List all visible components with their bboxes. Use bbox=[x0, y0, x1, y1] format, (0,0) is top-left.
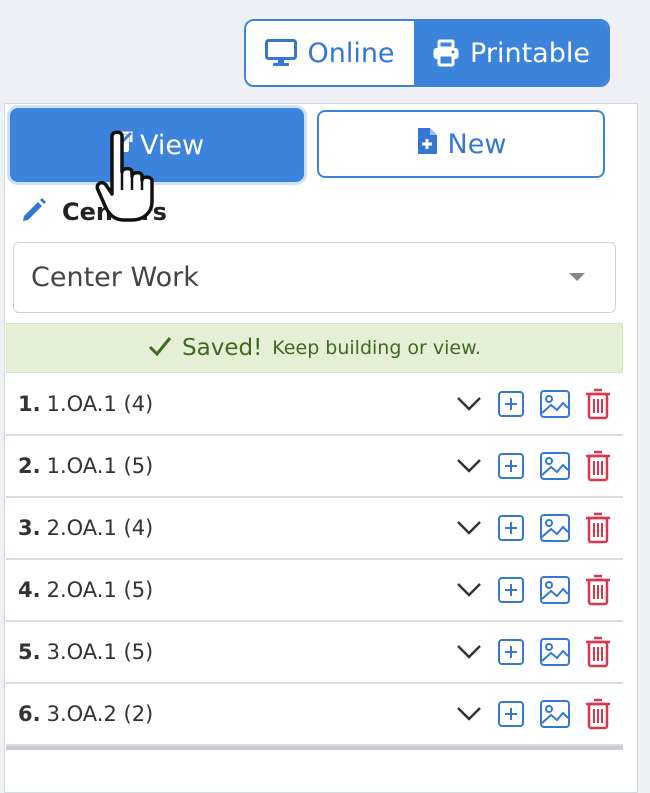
item-code: 3.OA.2 (2) bbox=[46, 702, 154, 726]
list-item: 2. 1.OA.1 (5) bbox=[6, 436, 623, 498]
chevron-down-icon[interactable] bbox=[455, 519, 483, 537]
new-label: New bbox=[447, 128, 507, 160]
trash-icon[interactable] bbox=[585, 450, 611, 482]
image-icon[interactable] bbox=[539, 637, 571, 667]
online-label: Online bbox=[307, 37, 395, 69]
online-button[interactable]: Online bbox=[246, 21, 414, 85]
plus-square-icon[interactable] bbox=[497, 576, 525, 604]
item-label: 3. 2.OA.1 (4) bbox=[18, 516, 153, 540]
trash-icon[interactable] bbox=[585, 574, 611, 606]
item-number: 5. bbox=[18, 640, 41, 664]
item-actions bbox=[455, 374, 611, 434]
plus-square-icon[interactable] bbox=[497, 638, 525, 666]
item-label: 5. 3.OA.1 (5) bbox=[18, 640, 153, 664]
image-icon[interactable] bbox=[539, 451, 571, 481]
panel-gutter bbox=[638, 100, 650, 787]
alert-title: Saved! bbox=[182, 335, 263, 361]
printer-icon bbox=[432, 39, 460, 67]
item-number: 4. bbox=[18, 578, 41, 602]
centers-label-row: Centers bbox=[20, 196, 167, 228]
item-actions bbox=[455, 498, 611, 558]
chevron-down-icon[interactable] bbox=[455, 395, 483, 413]
item-number: 2. bbox=[18, 454, 41, 478]
item-number: 3. bbox=[18, 516, 41, 540]
list-item: 5. 3.OA.1 (5) bbox=[6, 622, 623, 684]
item-number: 1. bbox=[18, 392, 41, 416]
monitor-icon bbox=[265, 39, 298, 67]
item-code: 1.OA.1 (4) bbox=[46, 392, 154, 416]
chevron-down-icon[interactable] bbox=[455, 581, 483, 599]
image-icon[interactable] bbox=[539, 513, 571, 543]
chevron-down-icon[interactable] bbox=[455, 643, 483, 661]
printable-label: Printable bbox=[470, 37, 590, 69]
view-mode-toggle: Online Printable bbox=[244, 19, 610, 87]
file-plus-icon bbox=[416, 127, 438, 162]
view-label: View bbox=[139, 129, 205, 161]
item-label: 2. 1.OA.1 (5) bbox=[18, 454, 153, 478]
item-label: 6. 3.OA.2 (2) bbox=[18, 702, 153, 726]
alert-message: Keep building or view. bbox=[272, 337, 481, 359]
chevron-down-icon[interactable] bbox=[455, 705, 483, 723]
chevron-down-icon[interactable] bbox=[455, 457, 483, 475]
item-actions bbox=[455, 560, 611, 620]
item-code: 2.OA.1 (5) bbox=[46, 578, 154, 602]
list-item: 3. 2.OA.1 (4) bbox=[6, 498, 623, 560]
item-label: 4. 2.OA.1 (5) bbox=[18, 578, 153, 602]
saved-alert: Saved! Keep building or view. bbox=[6, 323, 623, 373]
center-list: 1. 1.OA.1 (4) 2. 1.OA.1 (5) 3. 2.OA.1 (4) 4. 2.… bbox=[6, 374, 623, 746]
item-actions bbox=[455, 684, 611, 744]
new-button[interactable]: New bbox=[317, 110, 605, 178]
list-item: 1. 1.OA.1 (4) bbox=[6, 374, 623, 436]
item-code: 1.OA.1 (5) bbox=[46, 454, 154, 478]
plus-square-icon[interactable] bbox=[497, 700, 525, 728]
item-number: 6. bbox=[18, 702, 41, 726]
trash-icon[interactable] bbox=[585, 636, 611, 668]
item-code: 2.OA.1 (4) bbox=[46, 516, 154, 540]
check-icon bbox=[148, 335, 172, 361]
external-link-icon bbox=[110, 130, 134, 161]
view-button[interactable]: View bbox=[10, 108, 304, 182]
image-icon[interactable] bbox=[539, 699, 571, 729]
pencil-icon bbox=[20, 196, 48, 228]
list-item: 4. 2.OA.1 (5) bbox=[6, 560, 623, 622]
plus-square-icon[interactable] bbox=[497, 390, 525, 418]
plus-square-icon[interactable] bbox=[497, 514, 525, 542]
trash-icon[interactable] bbox=[585, 388, 611, 420]
item-actions bbox=[455, 436, 611, 496]
image-icon[interactable] bbox=[539, 575, 571, 605]
center-type-select[interactable]: Center Work bbox=[13, 242, 616, 313]
caret-down-icon bbox=[569, 273, 585, 281]
list-divider bbox=[6, 746, 623, 750]
item-code: 3.OA.1 (5) bbox=[46, 640, 154, 664]
trash-icon[interactable] bbox=[585, 698, 611, 730]
select-value: Center Work bbox=[31, 262, 199, 293]
printable-button[interactable]: Printable bbox=[414, 21, 608, 85]
image-icon[interactable] bbox=[539, 389, 571, 419]
plus-square-icon[interactable] bbox=[497, 452, 525, 480]
centers-label: Centers bbox=[62, 198, 167, 226]
item-label: 1. 1.OA.1 (4) bbox=[18, 392, 153, 416]
item-actions bbox=[455, 622, 611, 682]
list-item: 6. 3.OA.2 (2) bbox=[6, 684, 623, 746]
trash-icon[interactable] bbox=[585, 512, 611, 544]
